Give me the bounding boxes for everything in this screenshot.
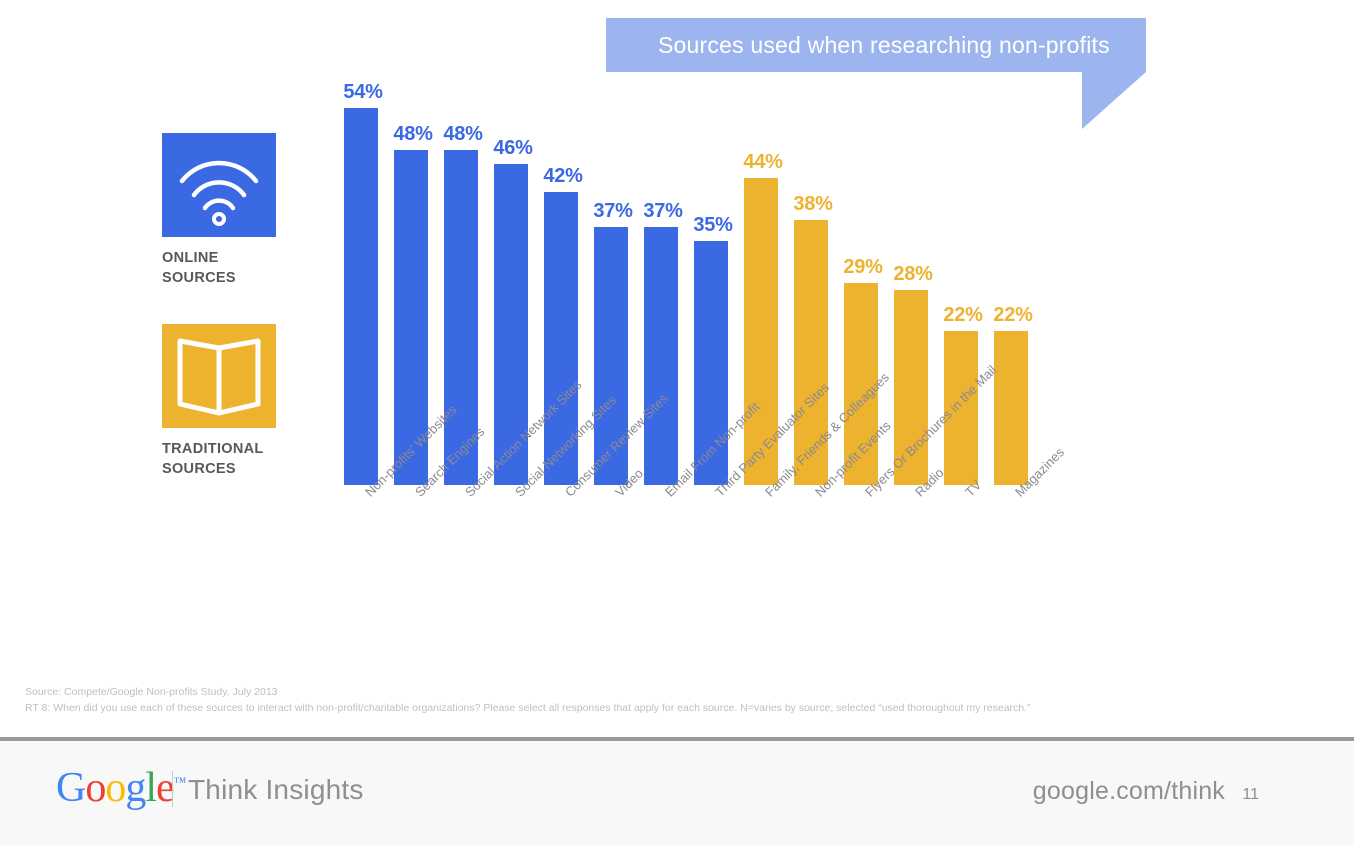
trademark-symbol: ™ <box>173 774 187 789</box>
legend-label-online: ONLINE SOURCES <box>162 250 236 286</box>
bar-value-label: 42% <box>543 164 583 187</box>
bar-value-label: 22% <box>943 304 983 327</box>
logo-letter-o1: o <box>85 765 106 811</box>
page-title: Sources used when researching non-profit… <box>658 31 1110 58</box>
product-name: Think Insights <box>188 774 364 805</box>
bar-value-label: 28% <box>893 262 933 285</box>
legend-item-traditional: TRADITIONAL SOURCES <box>162 324 322 479</box>
online-sources-swatch <box>162 133 276 237</box>
bar[interactable] <box>644 226 678 485</box>
slide: Sources used when researching non-profit… <box>0 0 1354 845</box>
page-number: 11 <box>1242 786 1259 803</box>
bar-value-label: 37% <box>593 199 633 222</box>
bar-slot: 54% <box>338 62 388 485</box>
bar-value-label: 22% <box>993 304 1033 327</box>
legend-item-online: ONLINE SOURCES <box>162 133 322 288</box>
bar-value-label: 54% <box>343 81 383 104</box>
open-book-icon <box>177 338 261 416</box>
legend-label-traditional: TRADITIONAL SOURCES <box>162 441 264 477</box>
google-logo: Google™ <box>56 765 187 811</box>
footnote-source: Source: Compete/Google Non-profits Study… <box>25 686 278 698</box>
logo-letter-g1: G <box>56 765 86 811</box>
legend: ONLINE SOURCES TRADITIONAL SOURCES <box>162 133 322 515</box>
bar-value-label: 48% <box>393 122 433 145</box>
traditional-sources-swatch <box>162 324 276 429</box>
logo-letter-l: l <box>145 765 157 811</box>
bar[interactable] <box>994 331 1028 485</box>
bar-value-label: 46% <box>493 136 533 159</box>
bar-value-label: 48% <box>443 122 483 145</box>
footer: Google™ Think Insights google.com/think … <box>0 737 1354 845</box>
bar-value-label: 29% <box>843 255 883 278</box>
bar-slot: 22% <box>988 62 1038 485</box>
wifi-icon <box>179 160 259 226</box>
bar-value-label: 35% <box>693 213 733 236</box>
title-banner-tail <box>1082 72 1146 129</box>
footnote: Source: Compete/Google Non-profits Study… <box>25 684 1175 717</box>
logo-letter-g2: g <box>125 765 146 811</box>
footer-url: google.com/think <box>1032 777 1225 805</box>
footer-divider <box>172 771 173 807</box>
bar[interactable] <box>344 108 378 485</box>
bar-value-label: 44% <box>743 150 783 173</box>
logo-letter-o2: o <box>105 765 126 811</box>
bar-value-label: 37% <box>643 199 683 222</box>
x-axis-labels: Non-profits' Websites Search Engines Socia… <box>338 362 1067 619</box>
footnote-question: RT 8: When did you use each of these sou… <box>25 702 1031 715</box>
bar-value-label: 38% <box>793 192 833 215</box>
